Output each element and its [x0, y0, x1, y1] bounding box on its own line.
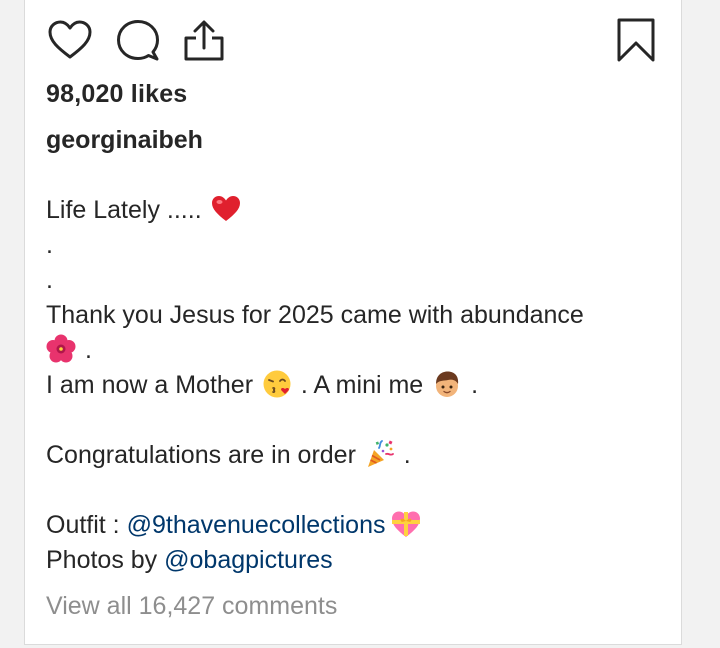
caption-line: . [46, 231, 53, 259]
caption-line: Photos by @obagpictures [46, 543, 646, 578]
party-popper-emoji [367, 440, 394, 467]
caption-line: Congratulations are in order . [46, 438, 646, 473]
photos-label: Photos by [46, 546, 165, 574]
outfit-label: Outfit : [46, 511, 127, 539]
caption-text: . [464, 371, 479, 399]
caption-line: I am now a Mother . A mini me . [46, 368, 646, 403]
post-actions-bar [45, 14, 661, 66]
hibiscus-emoji [46, 334, 76, 363]
face-blowing-kiss-emoji [263, 370, 291, 398]
caption-text: Congratulations are in order [46, 441, 363, 469]
caption-line: Outfit : @9thavenuecollections [46, 508, 646, 543]
caption-text: Life Lately ..... [46, 196, 209, 224]
red-heart-emoji [211, 196, 240, 221]
bookmark-outline-icon [617, 18, 655, 62]
caption-text: . [396, 441, 411, 469]
share-upload-icon [184, 20, 224, 61]
view-all-comments-link[interactable]: View all 16,427 comments [46, 592, 337, 621]
post-author-username[interactable]: georginaibeh [46, 126, 203, 155]
outfit-mention-link[interactable]: @9thavenuecollections [127, 511, 386, 539]
caption-text: . A mini me [293, 371, 431, 399]
heart-with-ribbon-emoji [392, 511, 421, 537]
caption-line: . [46, 333, 646, 368]
post-caption: Life Lately ..... . . Thank you Jesus fo… [46, 193, 646, 578]
likes-count[interactable]: 98,020 likes [46, 80, 187, 109]
caption-text: I am now a Mother [46, 371, 260, 399]
caption-line: Life Lately ..... [46, 193, 646, 228]
caption-line: Thank you Jesus for 2025 came with abund… [46, 301, 584, 329]
boy-emoji [436, 371, 459, 397]
comment-button[interactable] [113, 14, 163, 66]
caption-text: . [78, 336, 92, 364]
save-button[interactable] [611, 14, 661, 66]
caption-line: . [46, 266, 53, 294]
speech-bubble-icon [117, 20, 159, 61]
post-card: 98,020 likes georginaibeh Life Lately ..… [24, 0, 682, 645]
like-button[interactable] [45, 14, 95, 66]
heart-outline-icon [48, 20, 92, 59]
share-button[interactable] [179, 14, 229, 66]
photos-mention-link[interactable]: @obagpictures [164, 546, 333, 574]
